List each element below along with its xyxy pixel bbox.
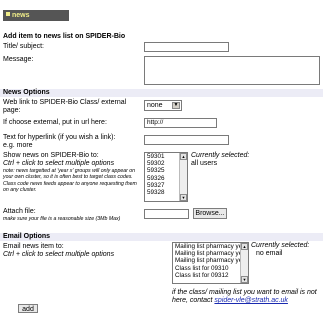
news-section-tag: news <box>3 10 69 21</box>
form-heading: Add item to news list on SPIDER-Bio <box>3 33 126 40</box>
message-textarea[interactable] <box>144 56 320 85</box>
show-news-listbox[interactable]: 59301 59302 59325 59326 59327 59328 ▲ ▼ <box>144 152 188 202</box>
attach-file-label: Attach file: <box>3 208 36 215</box>
email-options-bar: Email Options <box>0 233 323 241</box>
show-news-note: note: news targetted at 'year x' groups … <box>3 168 137 194</box>
email-options-heading: Email Options <box>3 233 51 240</box>
list-item[interactable]: Mailing list pharmacy year 2 <box>173 243 248 250</box>
contact-email-link[interactable]: spider-vle@strath.ac.uk <box>214 297 288 304</box>
list-item[interactable]: Class list for 09310 <box>173 265 248 272</box>
weblink-select[interactable]: none ▼ <box>144 100 182 111</box>
external-url-label: If choose external, put in url here: <box>3 119 107 126</box>
currently-selected-label: Currently selected: <box>191 152 250 159</box>
email-to-label: Email news item to: <box>3 243 64 250</box>
browse-button[interactable]: Browse... <box>193 208 227 219</box>
news-options-bar: News Options <box>0 89 323 97</box>
missing-list-note: if the class/ mailing list you want to e… <box>172 289 322 305</box>
email-listbox[interactable]: Mailing list pharmacy year 2 Mailing lis… <box>172 242 249 284</box>
listbox-scrollbar[interactable]: ▲ ▼ <box>179 153 187 201</box>
email-currently-selected-value: no email <box>256 250 283 257</box>
listbox-scrollbar[interactable]: ▲ ▼ <box>240 243 248 283</box>
chevron-down-icon: ▼ <box>172 102 180 109</box>
list-item[interactable]: Class list for 09312 <box>173 272 248 279</box>
hyperlink-example: e.g. more <box>3 142 33 149</box>
email-currently-selected-label: Currently selected: <box>251 242 310 249</box>
scroll-down-icon[interactable]: ▼ <box>241 276 248 283</box>
message-label: Message: <box>3 56 34 63</box>
title-label: Title/ subject: <box>3 43 44 50</box>
show-news-label: Show news on SPIDER-Bio to: <box>3 152 99 159</box>
currently-selected-value: all users <box>191 160 218 167</box>
list-item[interactable]: Mailing list pharmacy year 4 <box>173 257 248 264</box>
news-options-heading: News Options <box>3 89 50 96</box>
square-bullet-icon <box>6 12 10 16</box>
weblink-select-value: none <box>147 102 163 109</box>
title-input[interactable] <box>144 42 229 52</box>
scroll-up-icon[interactable]: ▲ <box>241 243 248 250</box>
add-button[interactable]: add <box>18 304 38 313</box>
weblink-label: Web link to SPIDER-Bio Class/ external p… <box>3 99 127 115</box>
email-to-hint: Ctrl + click to select multiple options <box>3 251 115 258</box>
news-tag-label: news <box>12 12 30 19</box>
scroll-up-icon[interactable]: ▲ <box>180 153 187 160</box>
external-url-input[interactable]: http:// <box>144 118 217 128</box>
show-news-hint: Ctrl + click to select multiple options <box>3 160 115 167</box>
list-item[interactable]: Mailing list pharmacy year 3 <box>173 250 248 257</box>
attach-file-note: make sure your file is a reasonable size… <box>3 216 121 222</box>
hyperlink-label: Text for hyperlink (if you wish a link): <box>3 134 116 141</box>
scroll-down-icon[interactable]: ▼ <box>180 194 187 201</box>
hyperlink-text-input[interactable] <box>144 135 229 145</box>
attach-file-input[interactable] <box>144 209 189 219</box>
